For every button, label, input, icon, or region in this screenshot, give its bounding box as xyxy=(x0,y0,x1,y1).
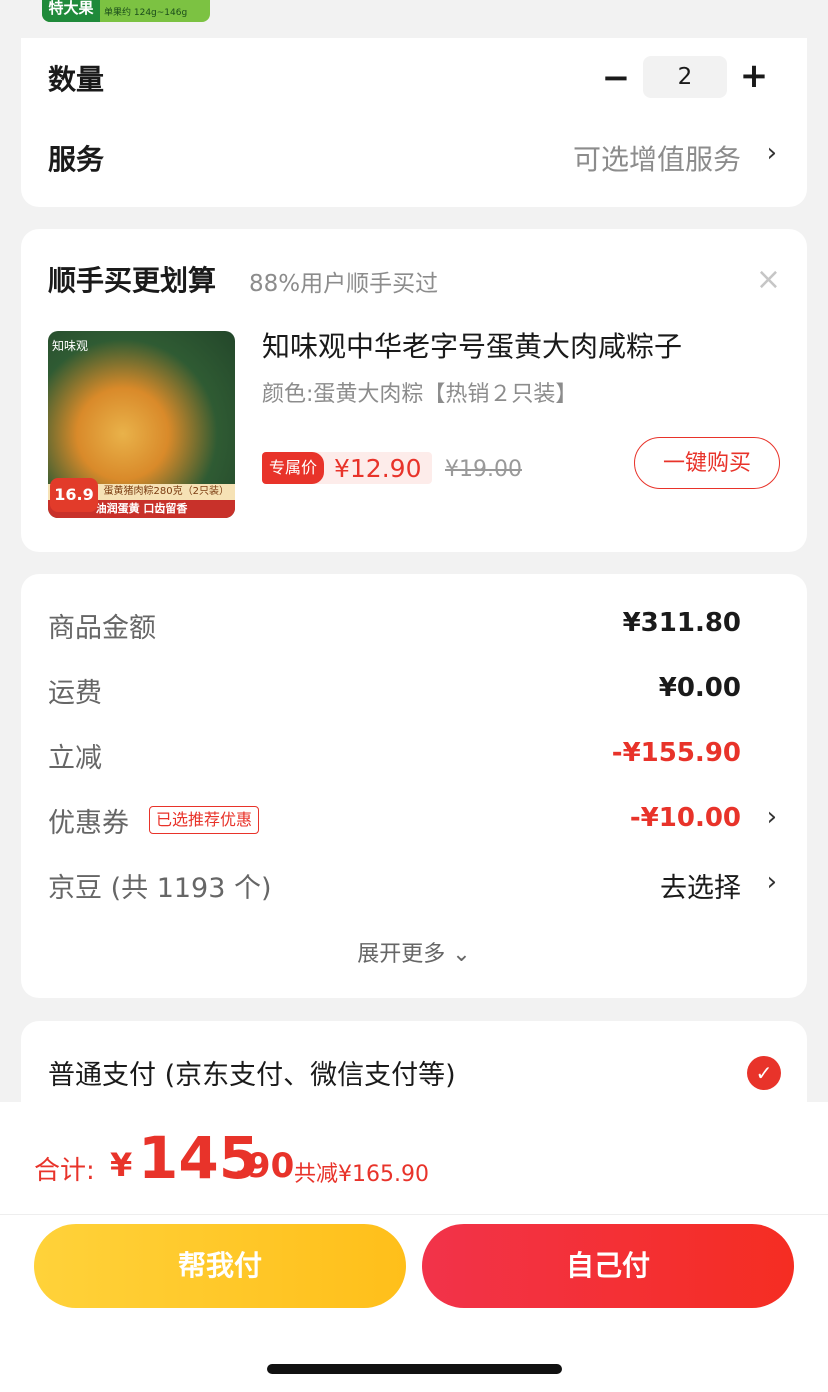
fee-value-discount: -¥155.90 xyxy=(611,738,741,768)
fee-label-goods: 商品金额 xyxy=(48,613,156,644)
chevron-right-icon[interactable]: › xyxy=(767,802,777,832)
expand-more-button[interactable]: 展开更多 ⌄ xyxy=(21,936,807,968)
original-price: ¥19.00 xyxy=(445,457,522,482)
product-image[interactable]: 知味观 蛋黄猪肉粽280克（2只装） 油润蛋黄 口齿留香 16.9 xyxy=(48,331,235,518)
exclusive-price: ¥12.90 xyxy=(334,454,422,483)
one-click-buy-button[interactable]: 一键购买 xyxy=(634,437,780,489)
fee-value-shipping: ¥0.00 xyxy=(658,673,741,703)
product-name[interactable]: 知味观中华老字号蛋黄大肉咸粽子 xyxy=(262,325,682,365)
chevron-right-icon[interactable]: › xyxy=(767,867,777,897)
checkout-bar: 合计: ¥ 145 .90 共减¥165.90 帮我付 自己付 xyxy=(0,1102,828,1392)
recommend-title: 顺手买更划算 xyxy=(48,264,217,297)
quantity-minus-button[interactable]: − xyxy=(601,58,631,98)
product-badge-image: 特大果 单果约 124g~146g xyxy=(42,0,210,22)
product-image-brand: 知味观 xyxy=(52,339,89,353)
fee-value-coupon[interactable]: -¥10.00 xyxy=(630,803,741,833)
close-icon[interactable]: × xyxy=(756,265,781,295)
quantity-plus-button[interactable]: + xyxy=(739,56,769,98)
quantity-label: 数量 xyxy=(48,63,105,96)
service-label: 服务 xyxy=(48,143,105,176)
fee-label-coupon[interactable]: 优惠券 xyxy=(48,801,129,840)
recommend-subtitle: 88%用户顺手买过 xyxy=(249,271,439,297)
home-indicator xyxy=(267,1364,562,1374)
product-variant: 颜色:蛋黄大肉粽【热销２只装】 xyxy=(262,382,578,407)
product-image-price: 16.9 xyxy=(50,478,98,512)
total-saved: 共减¥165.90 xyxy=(294,1162,429,1187)
total-label: 合计: xyxy=(34,1156,95,1186)
chevron-right-icon[interactable]: › xyxy=(767,138,777,168)
payment-option-label[interactable]: 普通支付 (京东支付、微信支付等) xyxy=(48,1053,456,1092)
fee-label-jingdou[interactable]: 京豆 (共 1193 个) xyxy=(48,866,272,905)
quantity-input[interactable]: 2 xyxy=(643,56,727,98)
self-pay-button[interactable]: 自己付 xyxy=(422,1224,794,1308)
quantity-service-card: 数量 − 2 + 服务 可选增值服务 › xyxy=(21,38,807,207)
exclusive-price-tag: 专属价 ¥12.90 xyxy=(262,452,432,484)
badge-detail-text: 单果约 124g~146g xyxy=(104,8,188,18)
recommend-card: 顺手买更划算 88%用户顺手买过 × 知味观 蛋黄猪肉粽280克（2只装） 油润… xyxy=(21,229,807,552)
fee-label-discount: 立减 xyxy=(48,743,102,774)
fee-value-jingdou[interactable]: 去选择 xyxy=(660,866,741,905)
check-icon[interactable]: ✓ xyxy=(747,1056,781,1090)
total-currency: ¥ xyxy=(110,1146,133,1184)
help-pay-button[interactable]: 帮我付 xyxy=(34,1224,406,1308)
exclusive-price-label: 专属价 xyxy=(262,452,324,484)
fee-value-goods: ¥311.80 xyxy=(622,608,741,638)
divider xyxy=(0,1214,828,1215)
total-decimal: .90 xyxy=(234,1146,295,1186)
fee-label-shipping: 运费 xyxy=(48,678,102,709)
coupon-badge: 已选推荐优惠 xyxy=(149,806,260,834)
fee-summary-card: 商品金额 ¥311.80 运费 ¥0.00 立减 -¥155.90 优惠券 已选… xyxy=(21,574,807,998)
badge-main-text: 特大果 xyxy=(42,0,100,22)
service-value[interactable]: 可选增值服务 xyxy=(573,138,741,178)
